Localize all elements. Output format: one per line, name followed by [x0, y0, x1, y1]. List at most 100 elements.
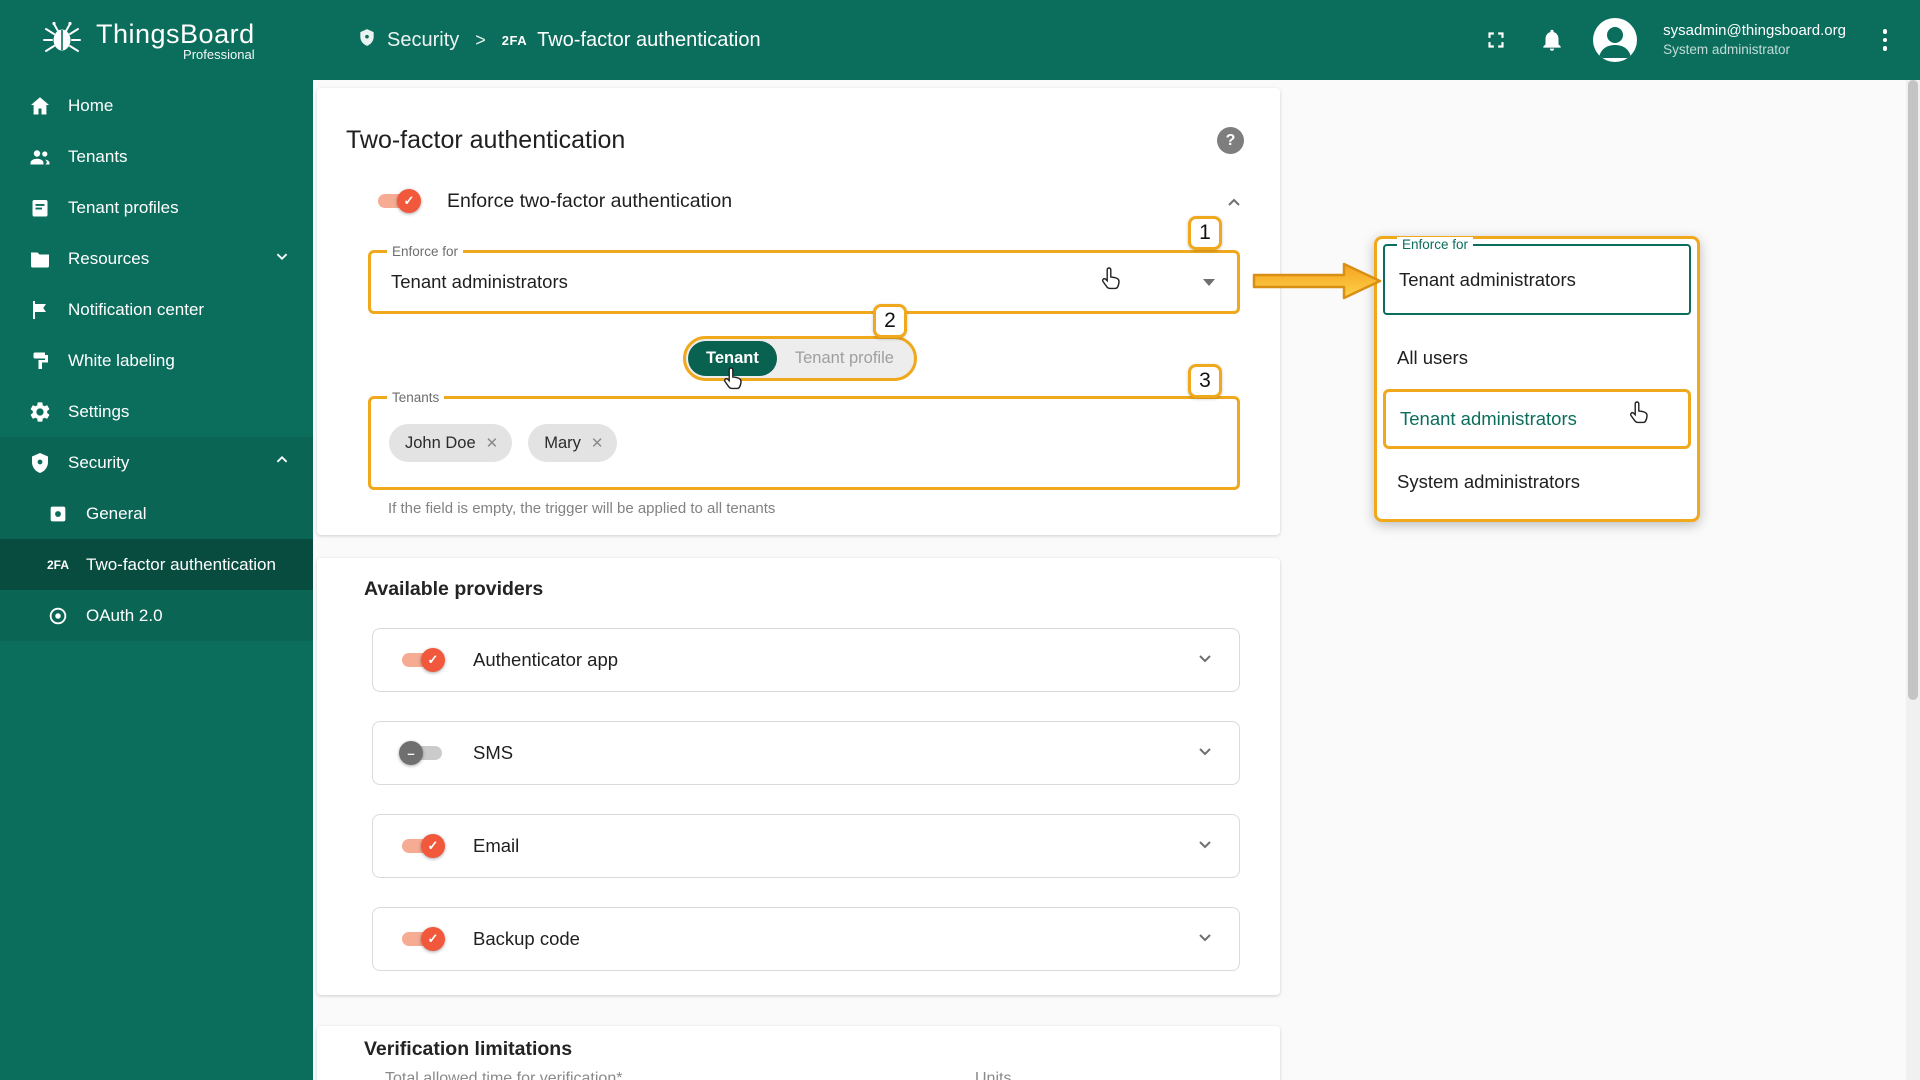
- enforce-toggle-label: Enforce two-factor authentication: [447, 189, 733, 212]
- 2fa-icon: 2FA: [501, 32, 528, 48]
- breadcrumb-security[interactable]: Security: [357, 26, 459, 55]
- top-bar: ThingsBoard Professional Security > 2FA …: [0, 0, 1920, 80]
- verification-title: Verification limitations: [364, 1038, 573, 1060]
- check-icon: ✓: [397, 189, 421, 213]
- check-icon: ✓: [421, 648, 445, 672]
- tenant-chip-mary[interactable]: Mary ✕: [528, 424, 618, 462]
- sidebar-item-white-labeling[interactable]: White labeling: [0, 335, 313, 386]
- page-title: Two-factor authentication: [346, 126, 626, 154]
- cursor-pointer-icon: [1100, 266, 1124, 297]
- chevron-down-icon[interactable]: [1193, 739, 1217, 768]
- check-icon: ✓: [421, 927, 445, 951]
- user-info: sysadmin@thingsboard.org System administ…: [1663, 21, 1846, 59]
- dropdown-field-label: Enforce for: [1397, 237, 1474, 252]
- sidebar-item-notification-center[interactable]: Notification center: [0, 284, 313, 335]
- user-role: System administrator: [1663, 42, 1790, 58]
- breadcrumb: Security > 2FA Two-factor authentication: [357, 26, 761, 55]
- thingsboard-logo[interactable]: ThingsBoard Professional: [0, 18, 313, 63]
- backup-code-toggle[interactable]: ✓: [399, 926, 445, 952]
- tenants-field[interactable]: Tenants John Doe ✕ Mary ✕: [368, 390, 1240, 490]
- chevron-down-icon[interactable]: [1193, 832, 1217, 861]
- cursor-pointer-icon: [1628, 400, 1652, 431]
- remove-chip-icon[interactable]: ✕: [486, 434, 499, 452]
- breadcrumb-two-factor: 2FA Two-factor authentication: [501, 28, 761, 51]
- sidebar-item-security[interactable]: Security: [0, 437, 313, 488]
- provider-row-email[interactable]: ✓ Email: [372, 814, 1240, 878]
- user-email: sysadmin@thingsboard.org: [1663, 21, 1846, 39]
- gear-icon: [30, 401, 50, 422]
- annotation-badge-1: 1: [1188, 216, 1222, 250]
- dropdown-enforce-for-field[interactable]: Enforce for Tenant administrators: [1383, 237, 1691, 315]
- tenant-chip-john-doe[interactable]: John Doe ✕: [389, 424, 513, 462]
- kebab-menu-icon[interactable]: [1872, 29, 1898, 51]
- chevron-down-icon: [271, 245, 293, 272]
- units-label: Units: [975, 1070, 1012, 1080]
- provider-row-authenticator[interactable]: ✓ Authenticator app: [372, 628, 1240, 692]
- chevron-down-icon[interactable]: [1193, 925, 1217, 954]
- sidebar-item-home[interactable]: Home: [0, 80, 313, 131]
- help-icon[interactable]: ?: [1217, 127, 1244, 154]
- authenticator-toggle[interactable]: ✓: [399, 647, 445, 673]
- annotation-badge-2: 2: [873, 304, 907, 338]
- fullscreen-icon[interactable]: [1481, 25, 1511, 55]
- sms-toggle[interactable]: –: [399, 740, 445, 766]
- sidebar-item-resources[interactable]: Resources: [0, 233, 313, 284]
- badge-icon: [32, 199, 48, 216]
- tenants-label: Tenants: [387, 390, 445, 405]
- folder-icon: [31, 252, 49, 267]
- sidebar-item-tenants[interactable]: Tenants: [0, 131, 313, 182]
- remove-chip-icon[interactable]: ✕: [591, 434, 604, 452]
- notifications-bell-icon[interactable]: [1537, 25, 1567, 55]
- enforce-toggle-row: ✓ Enforce two-factor authentication: [375, 188, 732, 214]
- 2fa-icon: 2FA: [46, 557, 69, 572]
- brand-subtitle: Professional: [183, 46, 255, 62]
- people-icon: [30, 149, 50, 164]
- scrollbar[interactable]: [1906, 80, 1920, 1080]
- sidebar-item-tenant-profiles[interactable]: Tenant profiles: [0, 182, 313, 233]
- minus-icon: –: [399, 741, 423, 765]
- flag-icon: [33, 300, 46, 319]
- scrollbar-thumb[interactable]: [1908, 80, 1918, 700]
- shield-icon: [357, 26, 377, 55]
- thingsboard-bug-icon: [40, 18, 84, 63]
- sidebar-item-two-factor-authentication[interactable]: 2FA Two-factor authentication: [0, 539, 313, 590]
- sidebar: Home Tenants Tenant profiles Resources N…: [0, 80, 313, 1080]
- enforce-2fa-toggle[interactable]: ✓: [375, 188, 421, 214]
- provider-row-backup-code[interactable]: ✓ Backup code: [372, 907, 1240, 971]
- enforce-for-label: Enforce for: [387, 244, 464, 259]
- segment-tenant-profile-button[interactable]: Tenant profile: [777, 341, 912, 376]
- provider-row-sms[interactable]: – SMS: [372, 721, 1240, 785]
- oauth-icon: [49, 607, 67, 624]
- sidebar-item-settings[interactable]: Settings: [0, 386, 313, 437]
- sidebar-security-group: Security General 2FA Two-factor authenti…: [0, 437, 313, 641]
- paint-icon: [33, 352, 48, 369]
- providers-title: Available providers: [364, 578, 544, 600]
- breadcrumb-separator: >: [475, 29, 486, 50]
- top-bar-actions: sysadmin@thingsboard.org System administ…: [1481, 18, 1920, 62]
- user-avatar[interactable]: [1593, 18, 1638, 62]
- tenants-hint: If the field is empty, the trigger will …: [388, 500, 776, 517]
- collapse-chevron-up-icon[interactable]: [1222, 191, 1246, 220]
- option-all-users[interactable]: All users: [1377, 333, 1697, 383]
- email-toggle[interactable]: ✓: [399, 833, 445, 859]
- home-icon: [31, 96, 49, 114]
- available-providers-card: Available providers ✓ Authenticator app …: [317, 558, 1280, 995]
- option-system-administrators[interactable]: System administrators: [1377, 457, 1697, 507]
- enforce-for-dropdown-panel: Enforce for Tenant administrators All us…: [1374, 236, 1700, 522]
- enforce-for-value: Tenant administrators: [391, 271, 568, 292]
- chevron-up-icon: [271, 449, 293, 476]
- verification-limitations-card: Verification limitations Total allowed t…: [317, 1026, 1280, 1080]
- check-icon: ✓: [421, 834, 445, 858]
- shield-icon: [32, 452, 48, 473]
- chevron-down-icon[interactable]: [1193, 646, 1217, 675]
- tenant-segment-toggle: Tenant Tenant profile: [683, 336, 917, 381]
- cursor-pointer-icon: [722, 366, 746, 397]
- annotation-badge-3: 3: [1188, 364, 1222, 398]
- main-content: Two-factor authentication ? ✓ Enforce tw…: [313, 80, 1920, 1080]
- sidebar-item-general[interactable]: General: [0, 488, 313, 539]
- sidebar-item-oauth[interactable]: OAuth 2.0: [0, 590, 313, 641]
- annotation-arrow: [1252, 260, 1384, 307]
- dropdown-field-value: Tenant administrators: [1399, 268, 1576, 290]
- select-caret-icon: [1203, 279, 1215, 286]
- settings-box-icon: [50, 506, 66, 521]
